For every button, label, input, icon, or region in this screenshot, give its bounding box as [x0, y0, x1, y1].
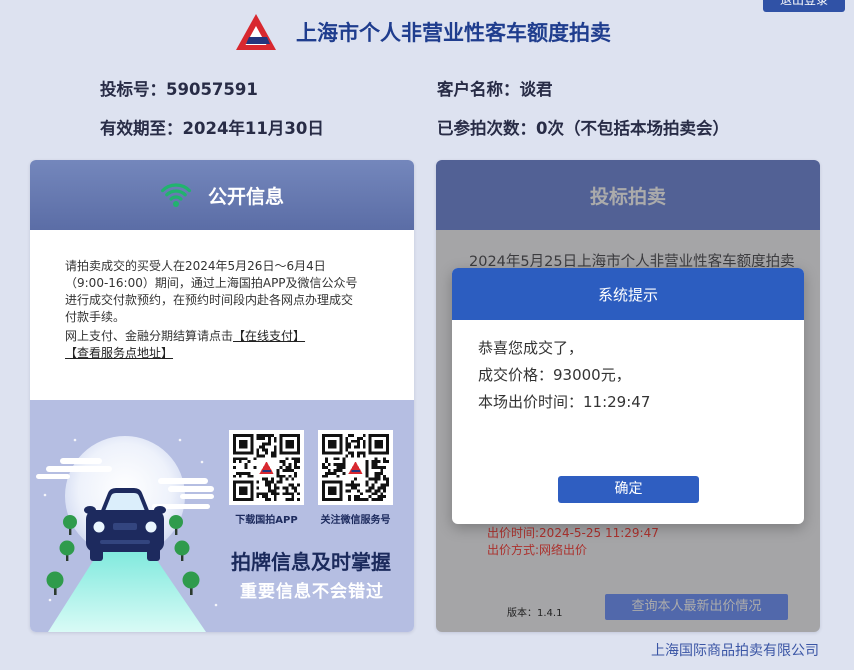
page-title: 上海市个人非营业性客车额度拍卖 — [296, 21, 611, 45]
tree-icon — [174, 540, 190, 561]
auction-count-value: 0次（不包括本场拍卖会） — [536, 119, 729, 138]
tree-icon — [182, 571, 200, 595]
customer-name-value: 谈君 — [519, 80, 553, 99]
qr-app-label: 下载国拍APP — [235, 515, 298, 526]
online-payment-prefix: 网上支付、金融分期结算请点击 — [65, 329, 234, 343]
valid-until: 有效期至：2024年11月30日 — [100, 119, 324, 139]
dialog-message: 恭喜您成交了， 成交价格：93000元， 本场出价时间：11:29:47 — [478, 335, 650, 416]
broadcast-icon — [160, 183, 192, 207]
bid-number-label: 投标号： — [100, 80, 166, 99]
notice-line: （9:00-16:00）期间，通过上海国拍APP及微信公众号 — [65, 276, 358, 290]
tree-icon — [46, 571, 64, 595]
footer-company: 上海国际商品拍卖有限公司 — [651, 643, 819, 659]
notice-line: 付款手续。 — [65, 310, 126, 324]
auction-logo-icon — [236, 14, 276, 50]
qr-code-icon — [322, 434, 389, 501]
public-info-header: 公开信息 — [30, 160, 414, 230]
customer-name-label: 客户名称： — [437, 80, 520, 99]
tree-icon — [63, 515, 77, 535]
public-info-panel: 公开信息 请拍卖成交的买受人在2024年5月26日～6月4日 （9:00-16:… — [30, 160, 414, 632]
notice-text: 请拍卖成交的买受人在2024年5月26日～6月4日 （9:00-16:00）期间… — [30, 230, 414, 400]
service-address-link[interactable]: 【查看服务点地址】 — [65, 346, 173, 360]
notice-line: 进行成交付款预约，在预约时间段内赴各网点办理成交 — [65, 293, 354, 307]
dialog-line: 成交价格：93000元， — [478, 366, 631, 384]
online-payment-line: 网上支付、金融分期结算请点击【在线支付】 — [65, 328, 414, 345]
auction-count-label: 已参拍次数： — [437, 119, 536, 138]
public-info-title: 公开信息 — [207, 185, 284, 208]
tree-icon — [59, 540, 75, 561]
dialog-title: 系统提示 — [452, 268, 804, 320]
dialog-line: 本场出价时间：11:29:47 — [478, 393, 651, 411]
bid-number-value: 59057591 — [166, 80, 258, 99]
bid-number: 投标号：59057591 — [100, 80, 258, 100]
valid-until-value: 2024年11月30日 — [182, 119, 324, 138]
valid-until-label: 有效期至： — [100, 119, 183, 138]
logout-button[interactable]: 退出登录 — [763, 0, 845, 12]
system-dialog: 系统提示 恭喜您成交了， 成交价格：93000元， 本场出价时间：11:29:4… — [452, 268, 804, 524]
confirm-button[interactable]: 确定 — [558, 476, 699, 503]
qr-wechat-label: 关注微信服务号 — [320, 515, 391, 526]
auction-page: 退出登录 上海市个人非营业性客车额度拍卖 投标号：59057591 客户名称：谈… — [0, 0, 854, 670]
qr-code-app-download[interactable] — [229, 430, 304, 505]
app-promo-banner: 下载国拍APP 关注微信服务号 拍牌信息及时掌握 重要信息不会错过 — [30, 400, 414, 632]
promo-headline: 拍牌信息及时掌握 — [231, 550, 391, 574]
promo-subline: 重要信息不会错过 — [240, 582, 384, 602]
service-address-line: 【查看服务点地址】 — [65, 345, 414, 362]
auction-count: 已参拍次数：0次（不包括本场拍卖会） — [437, 119, 729, 139]
dialog-line: 恭喜您成交了， — [478, 339, 584, 357]
car-illustration — [36, 436, 218, 632]
bidding-panel: 投标拍卖 2024年5月25日上海市个人非营业性客车额度拍卖 出价时间:2024… — [436, 160, 820, 632]
notice-line: 请拍卖成交的买受人在2024年5月26日～6月4日 — [65, 259, 326, 273]
qr-code-icon — [233, 434, 300, 501]
customer-name: 客户名称：谈君 — [437, 80, 553, 100]
qr-code-wechat[interactable] — [318, 430, 393, 505]
road — [48, 550, 206, 632]
online-payment-link[interactable]: 【在线支付】 — [233, 329, 305, 343]
